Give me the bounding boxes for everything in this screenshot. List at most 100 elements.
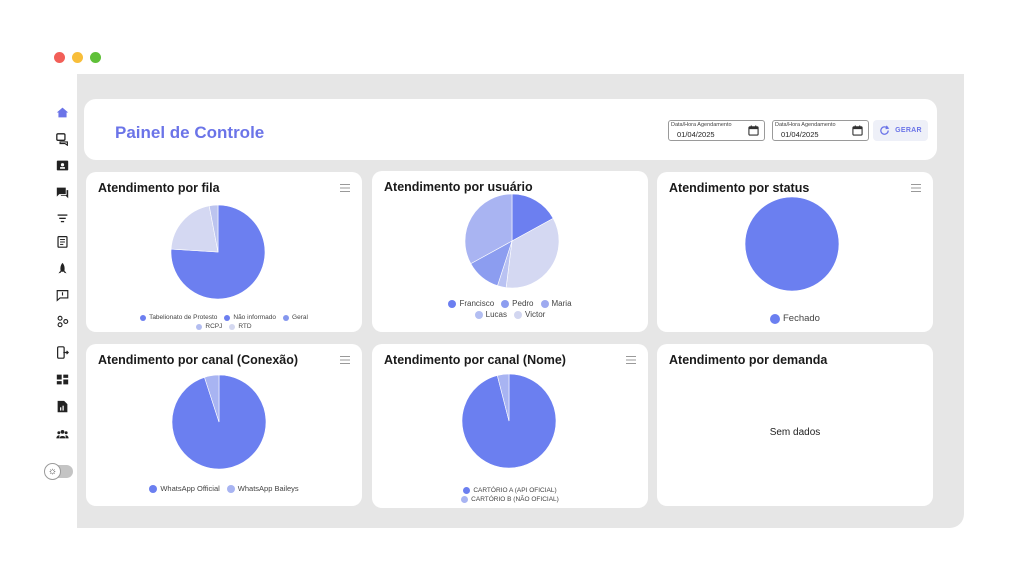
dashboard-grid-icon[interactable] (54, 371, 70, 387)
window-close-button[interactable] (54, 52, 65, 63)
legend-swatch (501, 299, 510, 308)
legend-label: Lucas (485, 310, 508, 319)
window-maximize-button[interactable] (90, 52, 101, 63)
legend-item[interactable]: RTD (229, 323, 252, 330)
group-icon[interactable] (54, 425, 70, 441)
legend-swatch (514, 310, 523, 319)
legend-item[interactable]: WhatsApp Baileys (226, 484, 299, 493)
legend-swatch (540, 299, 549, 308)
legend-label: Maria (551, 299, 572, 308)
legend-item[interactable]: Fechado (770, 313, 820, 324)
legend-swatch (224, 314, 231, 321)
card-atendimento-canal-conexao: Atendimento por canal (Conexão) WhatsApp… (86, 344, 362, 506)
legend-item[interactable]: Não informado (224, 314, 276, 321)
legend-item[interactable]: Francisco (448, 299, 494, 308)
card-title: Atendimento por canal (Conexão) (98, 353, 299, 367)
flow-icon[interactable] (54, 313, 70, 329)
card-title: Atendimento por fila (98, 181, 220, 195)
legend-item[interactable]: Lucas (474, 310, 508, 319)
feedback-icon[interactable] (54, 287, 70, 303)
legend-label: Pedro (512, 299, 534, 308)
legend-item[interactable]: Geral (283, 314, 308, 321)
legend-swatch (463, 487, 471, 494)
generate-button-label: GERAR (895, 127, 922, 134)
pie-chart (461, 373, 557, 469)
legend-label: Fechado (783, 313, 820, 324)
legend-item[interactable]: RCPJ (196, 323, 222, 330)
legend-label: WhatsApp Official (160, 484, 220, 493)
home-icon[interactable] (54, 104, 70, 120)
legend-label: WhatsApp Baileys (237, 484, 299, 493)
end-date-input[interactable]: Data/Hora Agendamento 01/04/2025 (772, 120, 869, 141)
legend-item[interactable]: CARTÓRIO A (API OFICIAL) (463, 487, 557, 494)
pie-chart (464, 193, 560, 289)
legend-swatch (149, 484, 158, 493)
legend-swatch (474, 310, 483, 319)
legend-label: Não informado (233, 314, 277, 321)
card-atendimento-demanda: Atendimento por demanda Sem dados (657, 344, 933, 506)
legend-swatch (140, 314, 147, 321)
messages-icon[interactable] (54, 184, 70, 200)
legend-item[interactable]: Pedro (501, 299, 534, 308)
calendar-icon[interactable] (748, 125, 759, 136)
legend-swatch (229, 323, 236, 330)
chart-legend: Fechado (657, 313, 933, 324)
legend-label: Geral (292, 314, 308, 321)
clipboard-icon[interactable] (54, 233, 70, 249)
refresh-icon (880, 125, 890, 135)
chart-legend: Tabelionato de Protesto Não informado Gera… (86, 314, 362, 330)
legend-label: RTD (238, 323, 252, 330)
window-minimize-button[interactable] (72, 52, 83, 63)
chart-legend: CARTÓRIO A (API OFICIAL) CARTÓRIO B (NÃO … (372, 487, 648, 503)
report-icon[interactable] (54, 398, 70, 414)
pie-chart (171, 374, 267, 470)
hamburger-menu-icon[interactable] (340, 356, 350, 364)
filter-icon[interactable] (54, 210, 70, 226)
end-date-label: Data/Hora Agendamento (775, 122, 836, 128)
pie-slice[interactable] (744, 196, 840, 292)
card-atendimento-canal-nome: Atendimento por canal (Nome) CARTÓRIO A … (372, 344, 648, 508)
legend-item[interactable]: WhatsApp Official (149, 484, 220, 493)
legend-label: Victor (525, 310, 546, 319)
legend-swatch (196, 323, 203, 330)
pie-chart (170, 204, 266, 300)
legend-item[interactable]: Tabelionato de Protesto (140, 314, 217, 321)
theme-toggle[interactable]: ☼ (44, 463, 73, 480)
card-atendimento-status: Atendimento por status Fechado (657, 172, 933, 332)
legend-swatch (283, 314, 290, 321)
legend-swatch (448, 299, 457, 308)
page-header: Painel de Controle Data/Hora Agendamento… (84, 99, 937, 160)
start-date-label: Data/Hora Agendamento (671, 122, 732, 128)
legend-swatch (226, 484, 235, 493)
device-exit-icon[interactable] (54, 344, 70, 360)
legend-item[interactable]: CARTÓRIO B (NÃO OFICIAL) (461, 496, 559, 503)
generate-button[interactable]: GERAR (873, 120, 928, 141)
hamburger-menu-icon[interactable] (626, 356, 636, 364)
chat-bubbles-icon[interactable] (54, 131, 70, 147)
hamburger-menu-icon[interactable] (911, 184, 921, 192)
legend-swatch (461, 496, 469, 503)
contact-card-icon[interactable] (54, 157, 70, 173)
chart-legend: WhatsApp Official WhatsApp Baileys (86, 484, 362, 493)
chart-legend: Francisco Pedro Maria Lucas Victor (372, 299, 648, 319)
start-date-value: 01/04/2025 (677, 130, 715, 139)
card-atendimento-usuario: Atendimento por usuário Francisco Pedro Ma… (372, 171, 648, 332)
sun-icon: ☼ (44, 463, 61, 480)
legend-label: Francisco (459, 299, 495, 308)
card-title: Atendimento por canal (Nome) (384, 353, 566, 367)
legend-label: CARTÓRIO A (API OFICIAL) (473, 487, 557, 494)
legend-label: CARTÓRIO B (NÃO OFICIAL) (471, 496, 559, 503)
card-title: Atendimento por status (669, 181, 810, 195)
start-date-input[interactable]: Data/Hora Agendamento 01/04/2025 (668, 120, 765, 141)
card-atendimento-fila: Atendimento por fila Tabelionato de Prot… (86, 172, 362, 332)
legend-item[interactable]: Maria (540, 299, 572, 308)
pie-chart (744, 196, 840, 292)
calendar-icon[interactable] (852, 125, 863, 136)
hamburger-menu-icon[interactable] (340, 184, 350, 192)
page-title: Painel de Controle (115, 123, 265, 142)
rocket-icon[interactable] (54, 260, 70, 276)
end-date-value: 01/04/2025 (781, 130, 819, 139)
legend-label: Tabelionato de Protesto (149, 314, 218, 321)
legend-item[interactable]: Victor (514, 310, 545, 319)
empty-state-message: Sem dados (769, 427, 821, 438)
